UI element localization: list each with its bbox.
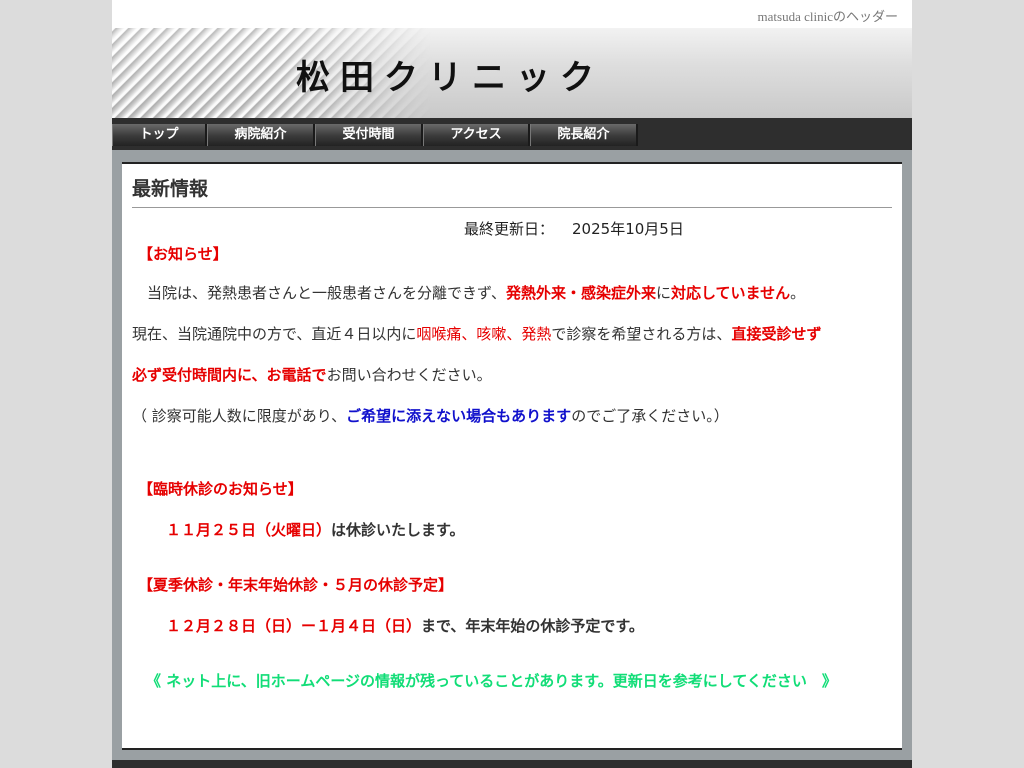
temp-weekday: 火曜日 bbox=[271, 521, 317, 539]
p1-text-c: に bbox=[655, 284, 671, 302]
season-dates: １２月２８日（日）ー１月４日（日） bbox=[166, 617, 422, 635]
site-title[interactable]: 松田クリニック bbox=[296, 50, 604, 99]
p2-emphasis-no-visit: 直接受診せず bbox=[731, 325, 822, 343]
notice-title: 【お知らせ】 bbox=[138, 245, 228, 263]
nav-item-top[interactable]: トップ bbox=[112, 124, 207, 146]
p4-text-a: （ 診察可能人数に限度があり、 bbox=[132, 407, 347, 425]
last-updated: 最終更新日： 2025年10月5日 bbox=[132, 218, 892, 239]
notice-paragraph-3: 必ず受付時間内に、お電話でお問い合わせください。 bbox=[132, 364, 892, 385]
seasonal-closure-dates: １２月２８日（日）ー１月４日（日）まで、年末年始の休診予定です。 bbox=[132, 615, 892, 636]
p4-emphasis-limit: ご希望に添えない場合もあります bbox=[346, 407, 572, 425]
nav-item-hospital[interactable]: 病院紹介 bbox=[207, 124, 315, 146]
p2-text-c: で診察を希望される方は、 bbox=[551, 325, 732, 343]
page: matsuda clinicのヘッダー 松田クリニック トップ 病院紹介 受付時… bbox=[112, 0, 912, 768]
top-bar: matsuda clinicのヘッダー bbox=[112, 0, 912, 28]
p2-text-a: 現在、当院通院中の方で、直近４日以内に bbox=[132, 325, 417, 343]
nav-item-access[interactable]: アクセス bbox=[423, 124, 530, 146]
notice-paragraph-4: （ 診察可能人数に限度があり、ご希望に添えない場合もありますのでご了承ください。… bbox=[132, 405, 892, 426]
season-text: まで、年末年始の休診予定です。 bbox=[421, 617, 644, 635]
temporary-closure-date: １１月２５日（火曜日）は休診いたします。 bbox=[132, 519, 892, 540]
temporary-closure-title: 【臨時休診のお知らせ】 bbox=[138, 480, 303, 498]
p2-symptoms: 咽喉痛、咳嗽、発熱 bbox=[416, 325, 552, 343]
section-heading: 最新情報 bbox=[132, 174, 892, 208]
p3-text-b: お問い合わせください。 bbox=[326, 366, 492, 384]
nav-item-director[interactable]: 院長紹介 bbox=[530, 124, 638, 146]
seasonal-closure-title: 【夏季休診・年末年始休診・５月の休診予定】 bbox=[138, 576, 454, 594]
temp-date: １１月２５日（ bbox=[166, 521, 272, 539]
updated-label: 最終更新日： bbox=[464, 220, 555, 238]
notice-paragraph-1: 当院は、発熱患者さんと一般患者さんを分離できず、発熱外来・感染症外来に対応してい… bbox=[132, 282, 892, 303]
main-nav: トップ 病院紹介 受付時間 アクセス 院長紹介 bbox=[112, 118, 912, 150]
p1-emphasis-not-supported: 対応していません bbox=[670, 284, 791, 302]
p1-text-a: 当院は、発熱患者さんと一般患者さんを分離できず、 bbox=[132, 284, 506, 302]
p3-emphasis-phone: 必ず受付時間内に、お電話で bbox=[132, 366, 327, 384]
old-site-notice: 《 ネット上に、旧ホームページの情報が残っていることがあります。更新日を参考にし… bbox=[146, 672, 837, 690]
nav-item-hours[interactable]: 受付時間 bbox=[315, 124, 423, 146]
temp-paren: ） bbox=[316, 521, 332, 539]
notice-paragraph-2: 現在、当院通院中の方で、直近４日以内に咽喉痛、咳嗽、発熱で診察を希望される方は、… bbox=[132, 323, 892, 344]
p1-text-e: 。 bbox=[790, 284, 806, 302]
p1-emphasis-fever: 発熱外来・感染症外来 bbox=[505, 284, 656, 302]
temp-text: は休診いたします。 bbox=[331, 521, 465, 539]
header-caption: matsuda clinicのヘッダー bbox=[757, 9, 898, 24]
main-content: 最新情報 最終更新日： 2025年10月5日 【お知らせ】 当院は、発熱患者さんと… bbox=[122, 162, 902, 750]
site-header: 松田クリニック bbox=[112, 28, 912, 118]
p4-text-c: のでご了承ください。） bbox=[571, 407, 729, 425]
updated-value: 2025年10月5日 bbox=[572, 220, 684, 238]
footer-bar bbox=[112, 760, 912, 768]
